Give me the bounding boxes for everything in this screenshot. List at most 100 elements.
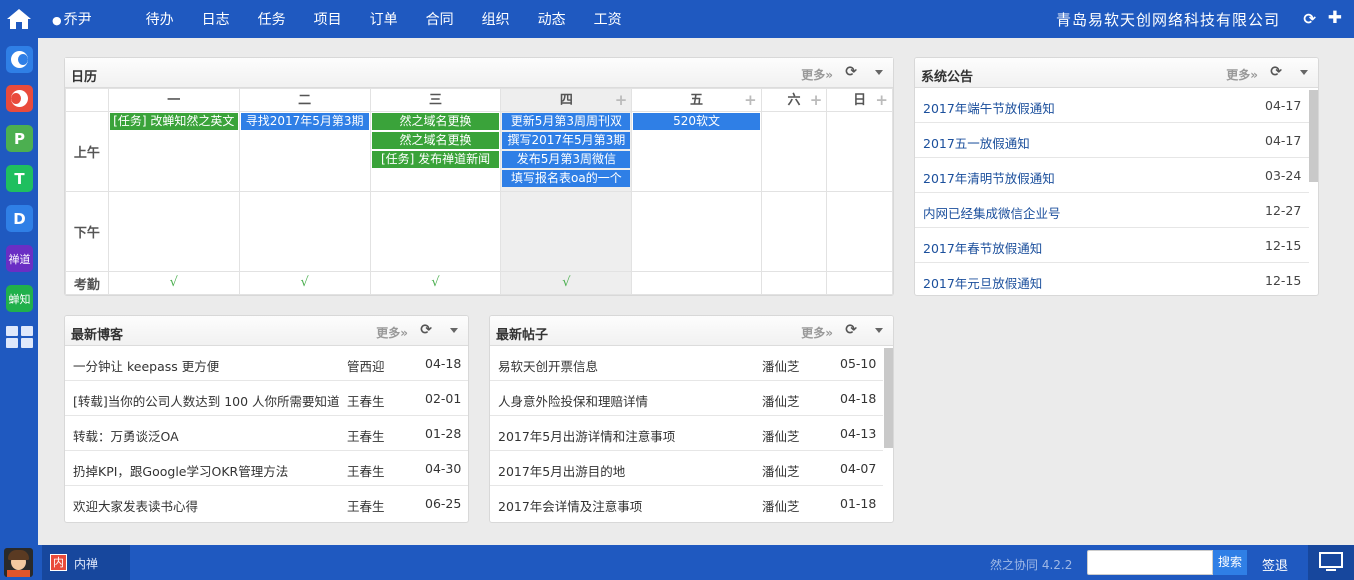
search-input[interactable] xyxy=(1087,550,1213,575)
calendar-more-link[interactable]: 更多» xyxy=(801,66,833,83)
blog-title[interactable]: [转载]当你的公司人数达到 100 人你所需要知道 xyxy=(73,391,339,410)
add-event-icon[interactable]: + xyxy=(810,91,823,109)
post-title[interactable]: 2017年会详情及注意事项 xyxy=(498,496,748,515)
p-app-icon[interactable]: P xyxy=(6,125,33,152)
calendar-cell[interactable]: √ xyxy=(238,271,371,295)
calendar-event[interactable]: 更新5月第3周周刊双 xyxy=(502,113,631,130)
calendar-event[interactable]: [任务] 改蝉知然之英文 xyxy=(109,113,238,130)
o-app-icon[interactable] xyxy=(6,85,33,112)
nav-item[interactable]: 任务 xyxy=(258,9,286,29)
posts-refresh-icon[interactable]: ⟳ xyxy=(845,322,857,338)
notices-more-link[interactable]: 更多» xyxy=(1226,66,1258,83)
list-item[interactable]: 2017五一放假通知 04-17 xyxy=(915,123,1309,158)
calendar-event[interactable]: 填写报名表oa的一个 xyxy=(502,170,631,187)
list-item[interactable]: 2017年5月出游详情和注意事项 潘仙芝 04-13 xyxy=(490,416,883,451)
add-icon[interactable]: ✚ xyxy=(1328,8,1342,28)
calendar-cell[interactable] xyxy=(631,271,762,295)
d-app-icon[interactable]: D xyxy=(6,205,33,232)
nav-item[interactable]: 日志 xyxy=(202,9,230,29)
post-title[interactable]: 2017年5月出游详情和注意事项 xyxy=(498,426,748,445)
calendar-cell[interactable]: 寻找2017年5月第3期 xyxy=(238,111,371,192)
list-item[interactable]: 2017年清明节放假通知 03-24 xyxy=(915,158,1309,193)
calendar-cell[interactable]: [任务] 改蝉知然之英文 xyxy=(107,111,240,192)
calendar-event[interactable]: 然之域名更换 xyxy=(371,132,500,149)
notices-scrollbar[interactable] xyxy=(1309,90,1318,182)
list-item[interactable]: 转载：万勇谈泛OA 王春生 01-28 xyxy=(65,416,468,451)
list-item[interactable]: 2017年元旦放假通知 12-15 xyxy=(915,263,1309,295)
home-icon[interactable] xyxy=(0,0,38,38)
posts-scrollbar[interactable] xyxy=(884,348,893,448)
notice-title[interactable]: 2017年元旦放假通知 xyxy=(923,273,1223,292)
calendar-event[interactable]: 发布5月第3周微信 xyxy=(502,151,631,168)
refresh-icon[interactable]: ⟳ xyxy=(1303,10,1316,28)
show-desktop-button[interactable] xyxy=(1308,545,1354,580)
nav-item[interactable]: 组织 xyxy=(482,9,510,29)
calendar-event[interactable]: 撰写2017年5月第3期 xyxy=(502,132,631,149)
notice-title[interactable]: 2017年端午节放假通知 xyxy=(923,98,1223,117)
t-app-icon[interactable]: T xyxy=(6,165,33,192)
chandao-app-icon[interactable]: 禅道 xyxy=(6,245,33,272)
notices-refresh-icon[interactable]: ⟳ xyxy=(1270,64,1282,80)
calendar-cell[interactable]: √ xyxy=(500,271,633,295)
posts-caret-icon[interactable] xyxy=(875,328,883,333)
logout-button[interactable]: 签退 xyxy=(1262,555,1288,574)
calendar-cell[interactable]: √ xyxy=(107,271,240,295)
notice-title[interactable]: 2017五一放假通知 xyxy=(923,133,1223,152)
post-title[interactable]: 2017年5月出游目的地 xyxy=(498,461,748,480)
calendar-event[interactable]: 520软文 xyxy=(633,113,760,130)
current-user[interactable]: ● 乔尹 xyxy=(52,9,120,29)
list-item[interactable]: 内网已经集成微信企业号 12-27 xyxy=(915,193,1309,228)
calendar-caret-icon[interactable] xyxy=(875,70,883,75)
calendar-cell[interactable] xyxy=(238,191,371,272)
calendar-cell[interactable]: √ xyxy=(369,271,502,295)
calendar-event[interactable]: 寻找2017年5月第3期 xyxy=(240,113,369,130)
blogs-refresh-icon[interactable]: ⟳ xyxy=(420,322,432,338)
add-event-icon[interactable]: + xyxy=(615,91,628,109)
calendar-cell[interactable] xyxy=(760,191,828,272)
calendar-event[interactable]: 然之域名更换 xyxy=(371,113,500,130)
calendar-cell[interactable] xyxy=(107,191,240,272)
calendar-cell[interactable]: 更新5月第3周周刊双 撰写2017年5月第3期 发布5月第3周微信 填写报名表oa的一… xyxy=(500,111,633,192)
calendar-cell[interactable] xyxy=(760,111,828,192)
list-item[interactable]: 一分钟让 keepass 更方便 管西迎 04-18 xyxy=(65,346,468,381)
blog-title[interactable]: 一分钟让 keepass 更方便 xyxy=(73,356,339,375)
search-button[interactable]: 搜索 xyxy=(1213,550,1247,575)
list-item[interactable]: 2017年春节放假通知 12-15 xyxy=(915,228,1309,263)
list-item[interactable]: 2017年会详情及注意事项 潘仙芝 01-18 xyxy=(490,486,883,521)
list-item[interactable]: 2017年5月出游目的地 潘仙芝 04-07 xyxy=(490,451,883,486)
calendar-cell[interactable] xyxy=(369,191,502,272)
notice-title[interactable]: 内网已经集成微信企业号 xyxy=(923,203,1223,222)
blog-title[interactable]: 欢迎大家发表读书心得 xyxy=(73,496,339,515)
add-event-icon[interactable]: + xyxy=(744,91,757,109)
calendar-cell[interactable]: 520软文 xyxy=(631,111,762,192)
calendar-cell[interactable] xyxy=(826,271,893,295)
list-item[interactable]: 欢迎大家发表读书心得 王春生 06-25 xyxy=(65,486,468,521)
blog-title[interactable]: 扔掉KPI，跟Google学习OKR管理方法 xyxy=(73,461,339,480)
blog-title[interactable]: 转载：万勇谈泛OA xyxy=(73,426,339,445)
nav-item[interactable]: 待办 xyxy=(146,9,174,29)
blogs-more-link[interactable]: 更多» xyxy=(376,324,408,341)
c-app-icon[interactable] xyxy=(6,46,33,73)
list-item[interactable]: 2017年端午节放假通知 04-17 xyxy=(915,88,1309,123)
calendar-cell[interactable]: 然之域名更换 然之域名更换 [任务] 发布禅道新闻 xyxy=(369,111,502,192)
avatar[interactable] xyxy=(4,548,33,577)
list-item[interactable]: 易软天创开票信息 潘仙芝 05-10 xyxy=(490,346,883,381)
chanzhi-app-icon[interactable]: 蝉知 xyxy=(6,285,33,312)
calendar-cell[interactable] xyxy=(631,191,762,272)
nav-item[interactable]: 项目 xyxy=(314,9,342,29)
taskbar-item-neichan[interactable]: 内 内禅 xyxy=(42,545,130,580)
posts-more-link[interactable]: 更多» xyxy=(801,324,833,341)
notice-title[interactable]: 2017年春节放假通知 xyxy=(923,238,1223,257)
calendar-cell[interactable] xyxy=(760,271,828,295)
post-title[interactable]: 人身意外险投保和理赔详情 xyxy=(498,391,748,410)
nav-item[interactable]: 合同 xyxy=(426,9,454,29)
list-item[interactable]: 扔掉KPI，跟Google学习OKR管理方法 王春生 04-30 xyxy=(65,451,468,486)
calendar-cell[interactable] xyxy=(500,191,633,272)
notice-title[interactable]: 2017年清明节放假通知 xyxy=(923,168,1223,187)
calendar-refresh-icon[interactable]: ⟳ xyxy=(845,64,857,80)
calendar-event[interactable]: [任务] 发布禅道新闻 xyxy=(371,151,500,168)
list-item[interactable]: [转载]当你的公司人数达到 100 人你所需要知道 王春生 02-01 xyxy=(65,381,468,416)
all-apps-grid-icon[interactable] xyxy=(6,326,33,348)
nav-item[interactable]: 动态 xyxy=(538,9,566,29)
notices-caret-icon[interactable] xyxy=(1300,70,1308,75)
